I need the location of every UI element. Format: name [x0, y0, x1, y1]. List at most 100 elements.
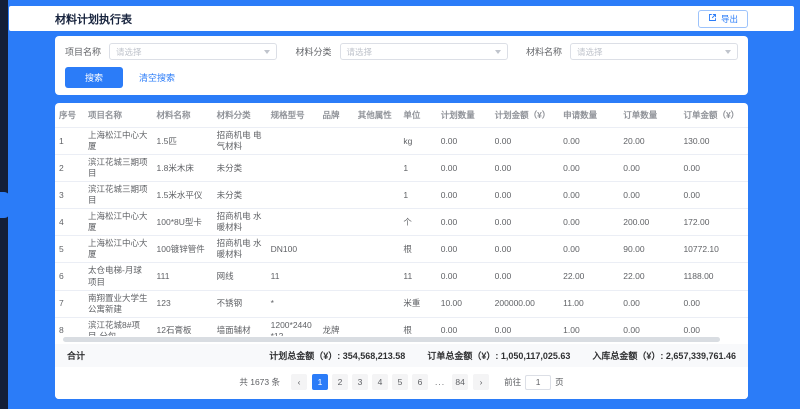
table-cell: 90.00	[619, 236, 679, 263]
table-cell: 4	[55, 209, 84, 236]
column-header: 订单金额（¥）	[679, 103, 748, 128]
page-button[interactable]: 6	[412, 374, 428, 390]
table-cell	[354, 317, 400, 336]
table-cell	[267, 128, 319, 155]
table-row[interactable]: 7南翔置业大学生公寓新建123不锈钢*米重10.00200000.0011.00…	[55, 290, 748, 317]
filter-fields: 项目名称请选择材料分类请选择材料名称请选择	[65, 43, 738, 60]
table-row[interactable]: 5上海松江中心大厦100镀锌管件招商机电 水暖材料DN100根0.000.000…	[55, 236, 748, 263]
column-header: 材料分类	[213, 103, 267, 128]
table-row[interactable]: 8滨江花城8#项目-分包12石膏板墙面辅材1200*2440*12龙牌根0.00…	[55, 317, 748, 336]
column-header: 材料名称	[153, 103, 213, 128]
page-button[interactable]: 4	[372, 374, 388, 390]
goto-page-input[interactable]	[525, 375, 551, 390]
page-title: 材料计划执行表	[55, 11, 132, 27]
table-cell: 上海松江中心大厦	[84, 236, 152, 263]
table-cell: 0.00	[437, 155, 491, 182]
export-button[interactable]: 导出	[698, 10, 748, 28]
table-cell: 1	[399, 182, 436, 209]
table-cell: 不锈钢	[213, 290, 267, 317]
column-header: 计划金额（¥）	[491, 103, 559, 128]
summary-item: 入库总金额（¥）: 2,657,339,761.46	[592, 349, 736, 362]
select-placeholder: 请选择	[347, 46, 373, 58]
table-row[interactable]: 2滨江花城三期项目1.8米木床未分类10.000.000.000.000.00	[55, 155, 748, 182]
pagination-bar: 共 1673 条 ‹ 123456...84 › 前往 页	[55, 367, 748, 399]
column-header: 项目名称	[84, 103, 152, 128]
filter-select[interactable]: 请选择	[340, 43, 508, 60]
filter-field-label: 材料名称	[526, 45, 562, 58]
table-row[interactable]: 6太仓电梯-月球项目111网线11110.000.0022.0022.00118…	[55, 263, 748, 290]
table-cell	[354, 209, 400, 236]
table-cell: 1200*2440*12	[267, 317, 319, 336]
column-header: 规格型号	[267, 103, 319, 128]
table-panel: 序号项目名称材料名称材料分类规格型号品牌其他属性单位计划数量计划金额（¥）申请数…	[55, 103, 748, 399]
clear-search-button[interactable]: 清空搜索	[139, 71, 175, 84]
page-button[interactable]: 1	[312, 374, 328, 390]
table-cell: 0.00	[619, 155, 679, 182]
table-body: 1上海松江中心大厦1.5匹招商机电 电气材料kg0.000.000.0020.0…	[55, 128, 748, 337]
table-cell: 0.00	[437, 182, 491, 209]
table-cell: 根	[399, 236, 436, 263]
table-cell: 南翔置业大学生公寓新建	[84, 290, 152, 317]
table-cell: 0.00	[437, 209, 491, 236]
pagination-total: 共 1673 条	[239, 376, 280, 388]
table-cell: 100*8U型卡	[153, 209, 213, 236]
column-header: 品牌	[318, 103, 353, 128]
filter-select[interactable]: 请选择	[570, 43, 738, 60]
pager-pages: 123456...84	[312, 374, 468, 390]
filter-select[interactable]: 请选择	[109, 43, 277, 60]
table-cell: 172.00	[679, 209, 748, 236]
summary-item: 计划总金额（¥）: 354,568,213.58	[269, 349, 405, 362]
table-cell: 0.00	[679, 155, 748, 182]
table-cell: 0.00	[679, 182, 748, 209]
page-button[interactable]: 84	[452, 374, 468, 390]
column-header: 序号	[55, 103, 84, 128]
search-button[interactable]: 搜索	[65, 67, 123, 88]
table-cell: 招商机电 水暖材料	[213, 236, 267, 263]
select-placeholder: 请选择	[577, 46, 603, 58]
table-cell: 0.00	[491, 236, 559, 263]
table-cell: 1.8米木床	[153, 155, 213, 182]
summary-item-value: 1,050,117,025.63	[498, 351, 570, 361]
table-cell: 网线	[213, 263, 267, 290]
page-button[interactable]: 2	[332, 374, 348, 390]
table-cell: 0.00	[491, 209, 559, 236]
table-cell: 滨江花城三期项目	[84, 155, 152, 182]
pager-prev-button[interactable]: ‹	[291, 374, 307, 390]
filter-field: 材料分类请选择	[295, 43, 507, 60]
pager-next-button[interactable]: ›	[473, 374, 489, 390]
table-cell: 0.00	[559, 209, 619, 236]
table-cell: 龙牌	[318, 317, 353, 336]
table-header-row: 序号项目名称材料名称材料分类规格型号品牌其他属性单位计划数量计划金额（¥）申请数…	[55, 103, 748, 128]
table-cell: 未分类	[213, 155, 267, 182]
pager-ellipsis[interactable]: ...	[432, 374, 448, 390]
table-cell: 8	[55, 317, 84, 336]
table-row[interactable]: 3滨江花城三期项目1.5米水平仪未分类10.000.000.000.000.00	[55, 182, 748, 209]
summary-item-value: 354,568,213.58	[340, 351, 405, 361]
scrollbar-thumb[interactable]	[63, 337, 720, 342]
column-header: 单位	[399, 103, 436, 128]
table-cell: 0.00	[437, 263, 491, 290]
table-cell: 2	[55, 155, 84, 182]
page-button[interactable]: 3	[352, 374, 368, 390]
goto-suffix: 页	[555, 376, 564, 388]
table-cell: 11.00	[559, 290, 619, 317]
table-row[interactable]: 1上海松江中心大厦1.5匹招商机电 电气材料kg0.000.000.0020.0…	[55, 128, 748, 155]
table-cell: 130.00	[679, 128, 748, 155]
table-cell: 米重	[399, 290, 436, 317]
table-cell	[354, 263, 400, 290]
table-cell: 7	[55, 290, 84, 317]
table-row[interactable]: 4上海松江中心大厦100*8U型卡招商机电 水暖材料个0.000.000.002…	[55, 209, 748, 236]
table-cell	[267, 155, 319, 182]
page-button[interactable]: 5	[392, 374, 408, 390]
table-cell: 0.00	[679, 317, 748, 336]
table-cell: 0.00	[619, 182, 679, 209]
summary-item: 订单总金额（¥）: 1,050,117,025.63	[427, 349, 570, 362]
sidebar-expand-handle[interactable]	[0, 192, 10, 218]
filter-actions: 搜索 清空搜索	[65, 67, 738, 88]
horizontal-scrollbar	[63, 337, 740, 342]
filter-field: 材料名称 请选择	[526, 43, 738, 60]
table-cell: 墙面辅材	[213, 317, 267, 336]
table-cell: 20.00	[619, 128, 679, 155]
goto-page: 前往 页	[504, 375, 564, 390]
filter-panel: 项目名称请选择材料分类请选择材料名称请选择 搜索 清空搜索	[55, 36, 748, 95]
